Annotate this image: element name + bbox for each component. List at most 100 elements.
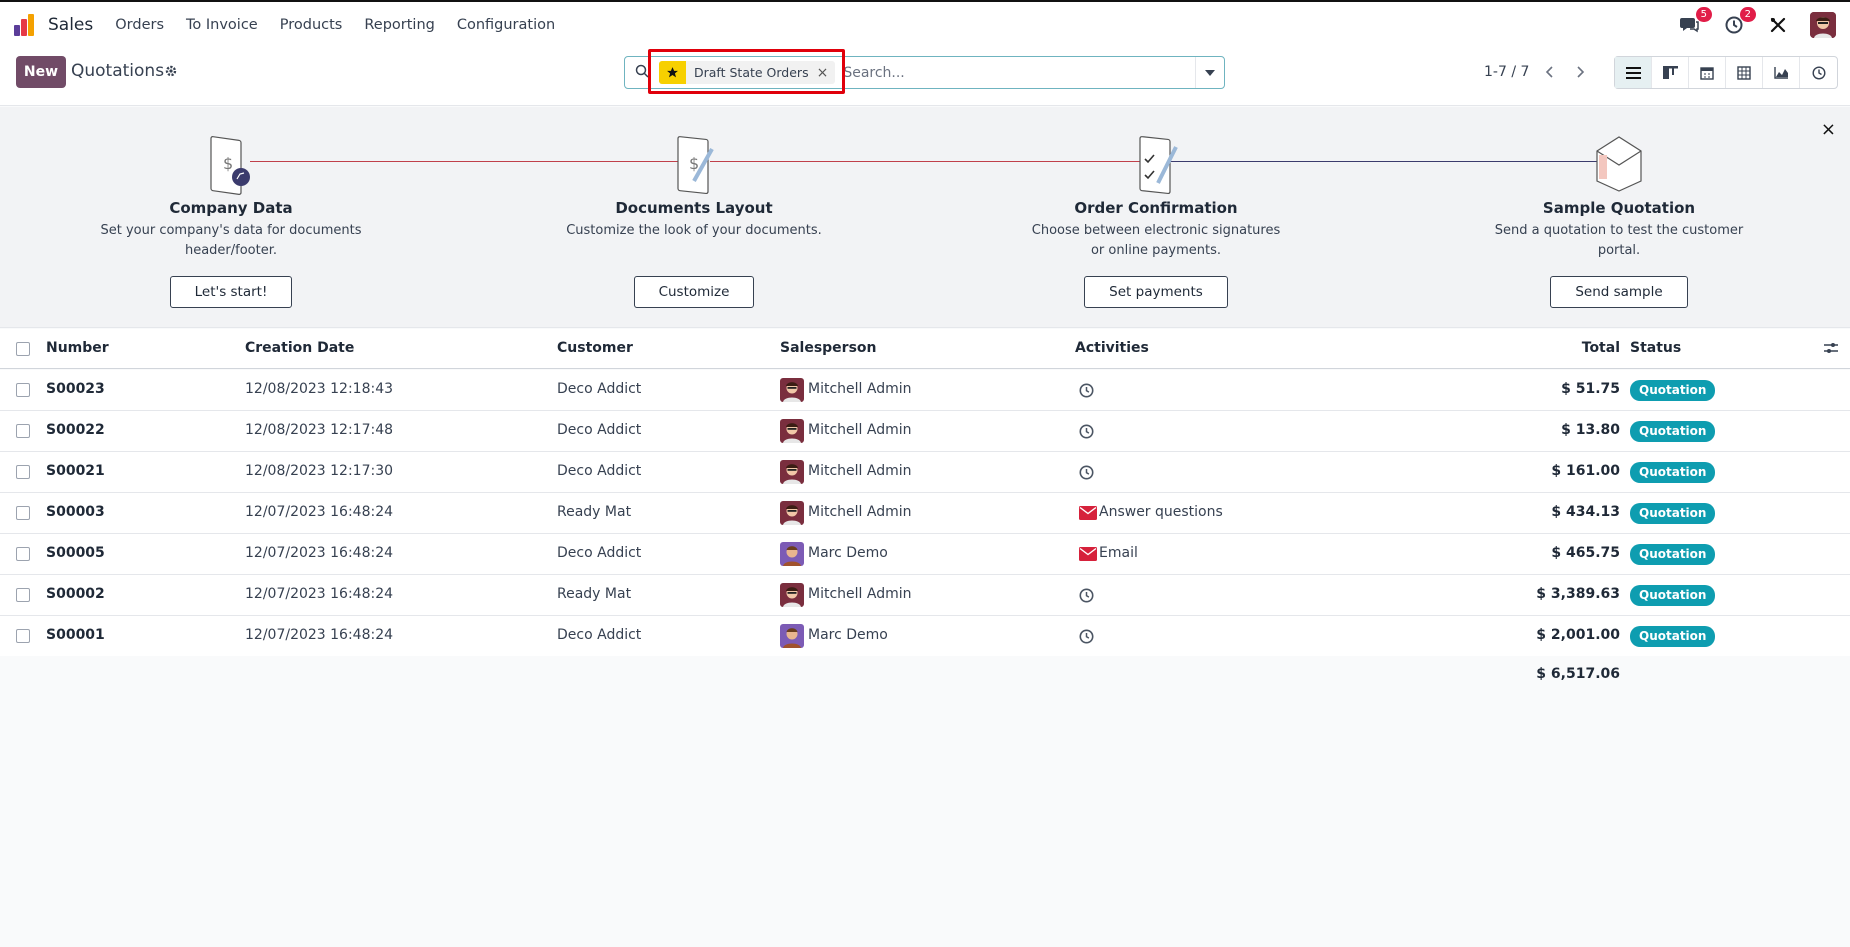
order-number: S00003 — [46, 504, 105, 520]
table-row[interactable]: S00021 12/08/2023 12:17:30 Deco Addict Mitc… — [0, 452, 1850, 493]
salesperson-avatar — [780, 542, 804, 566]
user-avatar[interactable] — [1810, 12, 1836, 38]
menu-reporting[interactable]: Reporting — [364, 17, 435, 33]
onboarding-step-company-data: $ Company Data Set your company's data f… — [91, 107, 371, 308]
pivot-view-button[interactable] — [1726, 57, 1763, 88]
menu-configuration[interactable]: Configuration — [457, 17, 555, 33]
new-button[interactable]: New — [16, 56, 66, 88]
row-checkbox[interactable] — [16, 588, 30, 602]
messages-count-badge: 5 — [1695, 7, 1712, 22]
step-description: Customize the look of your documents. — [566, 223, 822, 238]
row-checkbox[interactable] — [16, 547, 30, 561]
table-row[interactable]: S00022 12/08/2023 12:17:48 Deco Addict Mitc… — [0, 411, 1850, 452]
app-brand[interactable]: Sales — [14, 14, 115, 36]
facet-label: Draft State Orders — [694, 65, 809, 80]
order-total: $ 3,389.63 — [1536, 586, 1620, 602]
salesperson-name: Marc Demo — [808, 545, 888, 561]
star-icon — [659, 61, 686, 84]
row-checkbox[interactable] — [16, 506, 30, 520]
status-badge: Quotation — [1630, 585, 1716, 606]
clock-icon[interactable] — [1079, 588, 1094, 607]
clock-icon — [1811, 65, 1826, 80]
search-facet-draft-state-orders[interactable]: Draft State Orders × — [659, 61, 836, 84]
facet-remove-icon[interactable]: × — [817, 65, 836, 81]
customer-name: Deco Addict — [557, 627, 642, 643]
salesperson-avatar — [780, 419, 804, 443]
table-row[interactable]: S00002 12/07/2023 16:48:24 Ready Mat Mitche… — [0, 575, 1850, 616]
close-icon[interactable]: × — [1821, 119, 1836, 140]
column-number[interactable]: Number — [46, 340, 109, 356]
order-total: $ 465.75 — [1551, 545, 1620, 561]
salesperson-avatar — [780, 501, 804, 525]
activity-view-button[interactable] — [1800, 57, 1837, 88]
status-badge: Quotation — [1630, 380, 1716, 401]
clock-icon[interactable] — [1079, 629, 1094, 648]
step-title: Sample Quotation — [1542, 199, 1696, 217]
invoice-clipboard-icon: $ — [201, 129, 261, 195]
lets-start-button[interactable]: Let's start! — [169, 276, 293, 308]
column-salesperson[interactable]: Salesperson — [780, 340, 877, 356]
tools-icon — [1770, 17, 1786, 33]
debug-tools-button[interactable] — [1766, 13, 1790, 37]
pager-previous-button[interactable] — [1534, 58, 1564, 86]
column-customer[interactable]: Customer — [557, 340, 633, 356]
search-options-toggle[interactable] — [1195, 57, 1224, 88]
kanban-view-button[interactable] — [1652, 57, 1689, 88]
search-bar[interactable]: Draft State Orders × — [624, 56, 1225, 89]
optional-columns-icon[interactable] — [1824, 342, 1838, 358]
grand-total: $ 6,517.06 — [1536, 666, 1620, 682]
clock-icon[interactable] — [1079, 424, 1094, 443]
pager-value[interactable]: 1-7 / 7 — [1484, 64, 1529, 80]
row-checkbox[interactable] — [16, 424, 30, 438]
activity-summary: Email — [1099, 545, 1138, 561]
customize-button[interactable]: Customize — [633, 276, 755, 308]
clock-icon[interactable] — [1079, 465, 1094, 484]
table-row[interactable]: S00005 12/07/2023 16:48:24 Deco Addict Marc… — [0, 534, 1850, 575]
column-creation-date[interactable]: Creation Date — [245, 340, 354, 356]
column-status[interactable]: Status — [1630, 340, 1681, 356]
select-all-checkbox[interactable] — [16, 342, 30, 356]
customer-name: Deco Addict — [557, 463, 642, 479]
table-footer-area — [0, 656, 1850, 947]
app-name[interactable]: Sales — [48, 15, 93, 35]
area-chart-icon — [1773, 67, 1788, 79]
send-sample-button[interactable]: Send sample — [1550, 276, 1688, 308]
order-number: S00001 — [46, 627, 105, 643]
table-row[interactable]: S00003 12/07/2023 16:48:24 Ready Mat Mitche… — [0, 493, 1850, 534]
row-checkbox[interactable] — [16, 383, 30, 397]
chevron-left-icon — [1545, 66, 1553, 78]
graph-view-button[interactable] — [1763, 57, 1800, 88]
gear-icon[interactable] — [164, 64, 178, 82]
set-payments-button[interactable]: Set payments — [1084, 276, 1228, 308]
customer-name: Deco Addict — [557, 422, 642, 438]
row-checkbox[interactable] — [16, 465, 30, 479]
onboarding-step-order-confirmation: Order Confirmation Choose between electr… — [1016, 107, 1296, 308]
row-checkbox[interactable] — [16, 629, 30, 643]
table-row[interactable]: S00023 12/08/2023 12:18:43 Deco Addict Mitc… — [0, 370, 1850, 411]
envelope-icon[interactable] — [1079, 547, 1097, 565]
search-input[interactable] — [835, 64, 1195, 81]
envelope-icon[interactable] — [1079, 506, 1097, 524]
salesperson-avatar — [780, 624, 804, 648]
calendar-view-button[interactable] — [1689, 57, 1726, 88]
column-total[interactable]: Total — [1582, 340, 1620, 356]
creation-date: 12/08/2023 12:17:30 — [245, 463, 394, 479]
messages-button[interactable]: 5 — [1678, 7, 1712, 37]
menu-orders[interactable]: Orders — [115, 17, 164, 33]
pager-next-button[interactable] — [1566, 58, 1596, 86]
table-icon — [1737, 65, 1751, 80]
control-panel: New Quotations Draft State Orders × 1-7 … — [0, 48, 1850, 106]
customer-name: Ready Mat — [557, 504, 632, 520]
activity-summary: Answer questions — [1099, 504, 1223, 520]
menu-products[interactable]: Products — [280, 17, 343, 33]
status-badge: Quotation — [1630, 462, 1716, 483]
menu-to-invoice[interactable]: To Invoice — [186, 17, 258, 33]
table-row[interactable]: S00001 12/07/2023 16:48:24 Deco Addict Marc… — [0, 616, 1850, 657]
onboarding-panel: × $ Company Data Set your company's data… — [0, 107, 1850, 328]
salesperson-name: Mitchell Admin — [808, 422, 912, 438]
salesperson-name: Marc Demo — [808, 627, 888, 643]
activities-button[interactable]: 2 — [1722, 7, 1756, 37]
list-view-button[interactable] — [1615, 57, 1652, 88]
column-activities[interactable]: Activities — [1075, 340, 1149, 356]
clock-icon[interactable] — [1079, 383, 1094, 402]
